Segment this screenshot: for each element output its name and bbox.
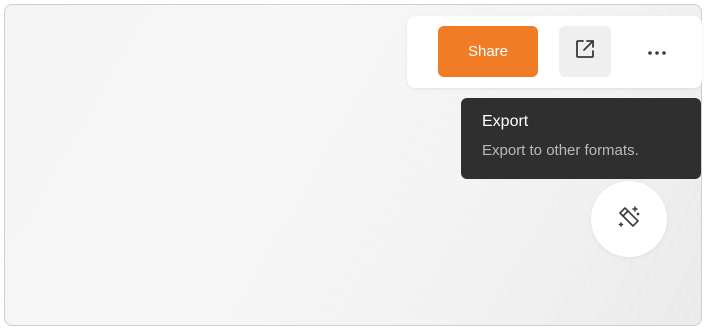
external-link-icon [574, 38, 596, 65]
export-tooltip: Export Export to other formats. [461, 98, 701, 179]
magic-wand-icon [616, 204, 642, 235]
more-options-button[interactable] [631, 26, 683, 77]
more-horizontal-icon [647, 43, 667, 61]
tooltip-subtitle: Export to other formats. [482, 142, 639, 159]
export-button[interactable] [559, 26, 611, 77]
top-toolbar: Share [407, 16, 702, 88]
magic-wand-button[interactable] [591, 181, 667, 257]
share-button[interactable]: Share [438, 26, 538, 77]
tooltip-title: Export [482, 113, 529, 130]
